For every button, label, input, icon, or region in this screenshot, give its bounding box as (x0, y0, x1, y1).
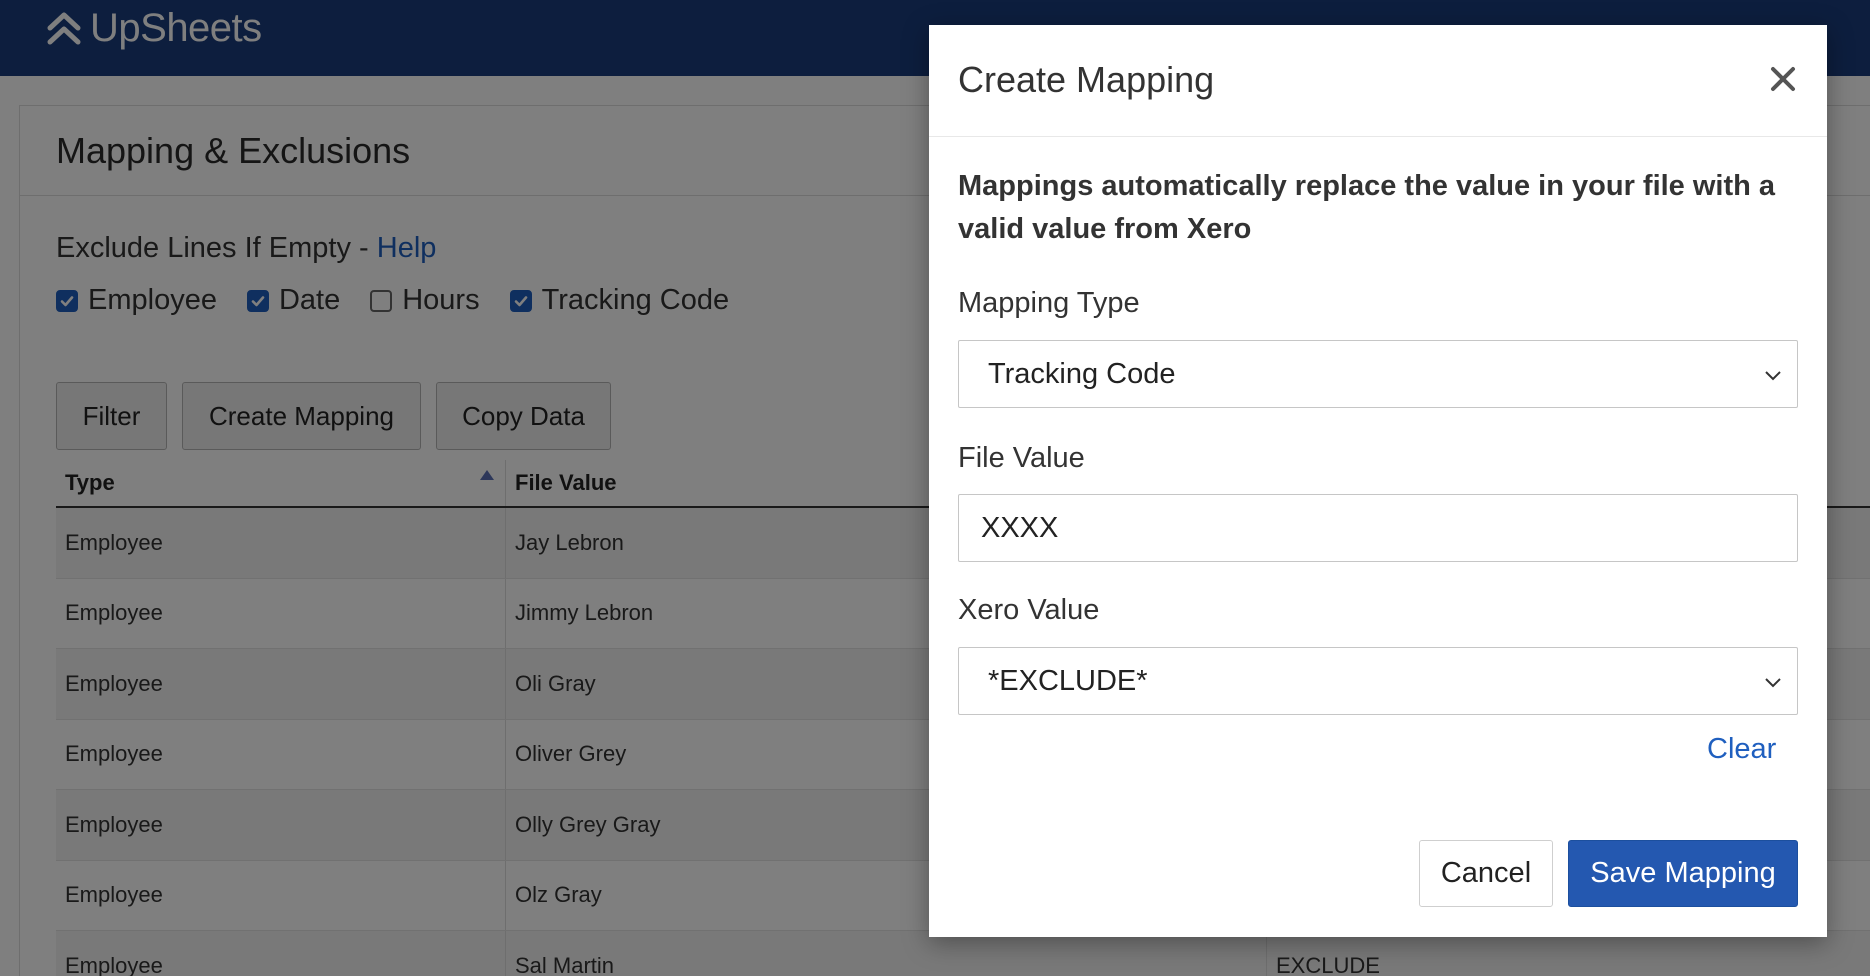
chevron-down-icon (1765, 371, 1781, 381)
xero-value-label: Xero Value (958, 594, 1100, 626)
modal-header: Create Mapping (929, 25, 1827, 137)
close-button[interactable] (1765, 61, 1801, 97)
chevron-down-icon (1765, 678, 1781, 688)
file-value-input[interactable]: XXXX (958, 494, 1798, 562)
mapping-type-select[interactable]: Tracking Code (958, 340, 1798, 408)
file-value-text: XXXX (981, 511, 1059, 544)
create-mapping-modal: Create Mapping Mappings automatically re… (929, 25, 1827, 937)
mapping-type-value: Tracking Code (988, 357, 1176, 390)
clear-link[interactable]: Clear (1707, 733, 1776, 766)
xero-value-text: *EXCLUDE* (988, 664, 1148, 697)
file-value-label: File Value (958, 442, 1085, 474)
modal-title: Create Mapping (958, 59, 1215, 100)
cancel-button[interactable]: Cancel (1419, 840, 1553, 907)
modal-description: Mappings automatically replace the value… (958, 170, 1776, 245)
mapping-type-label: Mapping Type (958, 287, 1140, 319)
close-icon (1771, 67, 1795, 91)
save-mapping-button[interactable]: Save Mapping (1568, 840, 1798, 907)
xero-value-select[interactable]: *EXCLUDE* (958, 647, 1798, 715)
